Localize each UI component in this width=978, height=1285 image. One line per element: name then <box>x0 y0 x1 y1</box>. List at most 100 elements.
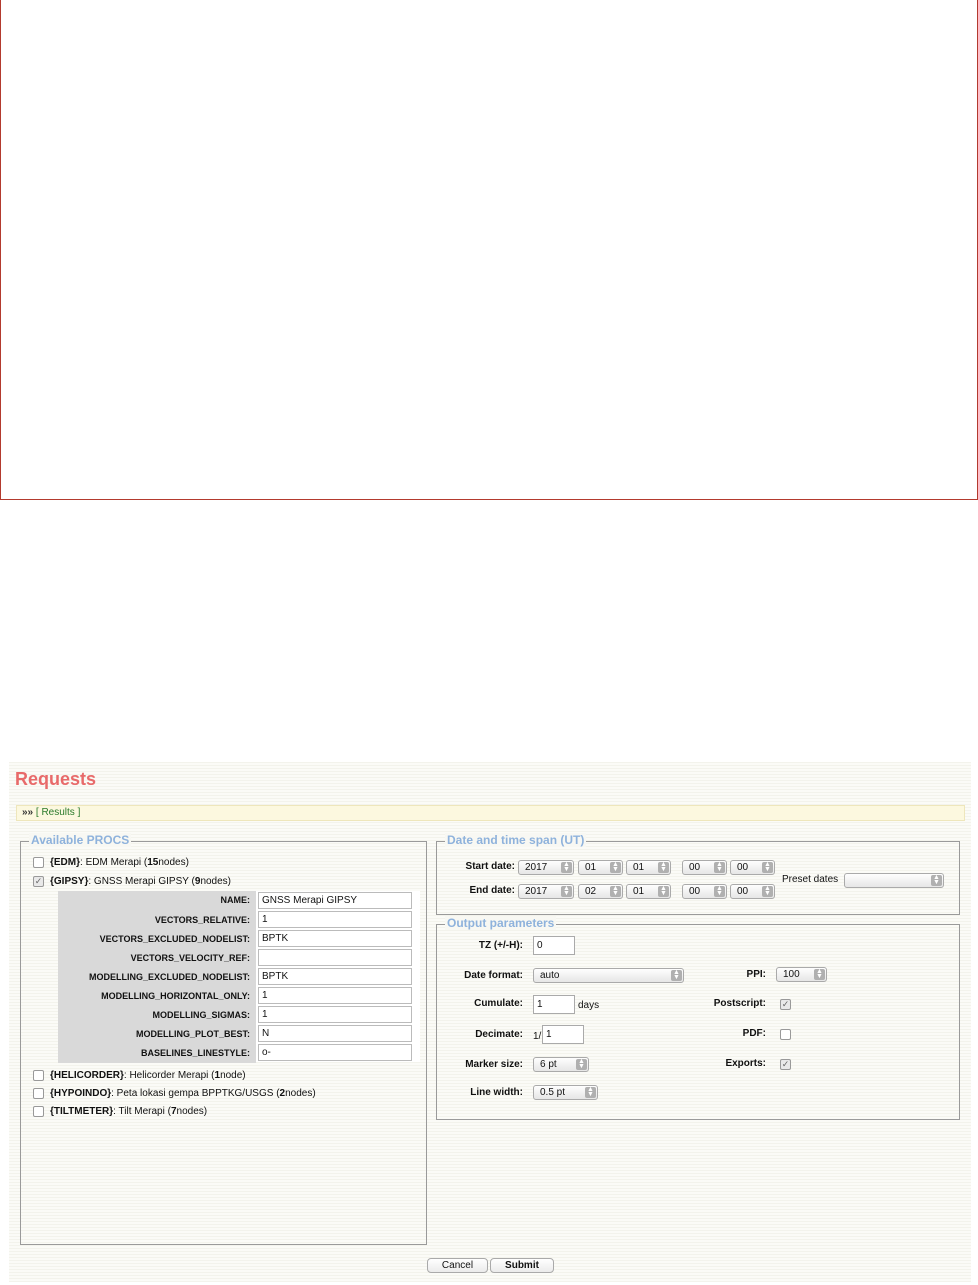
raquo-marker: »» <box>22 807 34 818</box>
proc-desc: : Peta lokasi gempa BPPTKG/USGS ( <box>111 1087 280 1099</box>
param-label: MODELLING_PLOT_BEST: <box>58 1024 256 1044</box>
proc-checkbox-hypoindo[interactable] <box>33 1087 44 1099</box>
param-label: NAME: <box>58 891 256 911</box>
check-icon: ✓ <box>781 999 790 1009</box>
proc-count: 15 <box>147 856 159 868</box>
selected-value: 2017 <box>525 886 548 897</box>
marker-size-select[interactable]: 6 pt ▲ ▼ <box>533 1057 589 1072</box>
proc-suffix: nodes) <box>176 1105 208 1117</box>
output-fieldset: Output parameters TZ (+/-H): 0 Date form… <box>436 916 960 1120</box>
param-input-vectors-velocity-ref[interactable] <box>258 949 412 966</box>
proc-code: {TILTMETER} <box>50 1105 114 1117</box>
proc-checkbox-gipsy[interactable]: ✓ <box>33 875 44 887</box>
proc-code: {EDM} <box>50 856 81 868</box>
proc-row-edm[interactable]: {EDM}: EDM Merapi (15 nodes) <box>33 855 189 869</box>
selected-value: 100 <box>783 969 800 980</box>
param-input-baselines-linestyle[interactable]: o- <box>258 1044 412 1061</box>
param-input-name[interactable]: GNSS Merapi GIPSY <box>258 892 412 909</box>
output-legend: Output parameters <box>445 916 557 930</box>
decimate-label: Decimate: <box>475 1029 523 1040</box>
start-date-label: Start date: <box>465 861 515 872</box>
ppi-select[interactable]: 100 ▲ ▼ <box>776 967 827 982</box>
proc-row-helicorder[interactable]: {HELICORDER}: Helicorder Merapi (1 node) <box>33 1068 246 1082</box>
selected-value: 00 <box>737 886 749 897</box>
cumulate-input[interactable]: 1 <box>533 995 575 1014</box>
exports-label: Exports: <box>725 1058 766 1069</box>
start-minute-select[interactable]: 00 ▲ ▼ <box>730 860 775 875</box>
results-link[interactable]: [ Results ] <box>36 807 80 818</box>
page-title: Requests <box>15 769 97 789</box>
param-input-modelling-plot-best[interactable]: N <box>258 1025 412 1042</box>
cancel-button[interactable]: Cancel <box>427 1258 488 1273</box>
date-format-select[interactable]: auto ▲ ▼ <box>533 968 684 983</box>
select-arrows-icon: ▲ ▼ <box>762 861 773 873</box>
end-month-select[interactable]: 02 ▲ ▼ <box>578 884 623 899</box>
proc-checkbox-helicorder[interactable] <box>33 1069 44 1081</box>
param-label: MODELLING_EXCLUDED_NODELIST: <box>58 967 256 987</box>
pdf-label: PDF: <box>742 1028 766 1039</box>
preset-dates-select[interactable]: ▲ ▼ <box>844 873 944 888</box>
select-arrows-icon: ▲ ▼ <box>576 1058 587 1070</box>
param-row: BASELINES_LINESTYLE: o- <box>58 1043 420 1063</box>
end-minute-select[interactable]: 00 ▲ ▼ <box>730 884 775 899</box>
postscript-checkbox[interactable]: ✓ <box>780 999 791 1010</box>
select-arrows-icon: ▲ ▼ <box>610 885 621 897</box>
proc-code: {HELICORDER} <box>50 1069 124 1081</box>
procs-legend: Available PROCS <box>29 833 132 847</box>
proc-code: {HYPOINDO} <box>50 1087 112 1099</box>
end-hour-select[interactable]: 00 ▲ ▼ <box>682 884 727 899</box>
exports-checkbox[interactable]: ✓ <box>780 1059 791 1070</box>
proc-desc: : Helicorder Merapi ( <box>123 1069 215 1081</box>
requests-panel: Requests »» [ Results ] Available PROCS … <box>9 762 971 1282</box>
param-row: MODELLING_EXCLUDED_NODELIST: BPTK <box>58 967 420 987</box>
select-arrows-icon: ▲ ▼ <box>561 861 572 873</box>
proc-row-tiltmeter[interactable]: {TILTMETER}: Tilt Merapi (7 nodes) <box>33 1104 207 1118</box>
param-label: VECTORS_VELOCITY_REF: <box>58 948 256 968</box>
selected-value: 01 <box>633 862 645 873</box>
procs-fieldset: Available PROCS {EDM}: EDM Merapi (15 no… <box>20 833 427 1245</box>
proc-desc: : EDM Merapi ( <box>80 856 148 868</box>
param-label: VECTORS_EXCLUDED_NODELIST: <box>58 929 256 949</box>
selected-value: 2017 <box>525 862 548 873</box>
param-input-modelling-excluded-nodelist[interactable]: BPTK <box>258 968 412 985</box>
selected-value: 00 <box>689 886 701 897</box>
proc-checkbox-tiltmeter[interactable] <box>33 1105 44 1117</box>
param-input-vectors-excluded-nodelist[interactable]: BPTK <box>258 930 412 947</box>
proc-suffix: nodes) <box>200 875 232 887</box>
proc-row-hypoindo[interactable]: {HYPOINDO}: Peta lokasi gempa BPPTKG/USG… <box>33 1086 316 1100</box>
proc-code: {GIPSY} <box>50 875 89 887</box>
select-arrows-icon: ▲ ▼ <box>714 861 725 873</box>
line-width-select[interactable]: 0.5 pt ▲ ▼ <box>533 1085 598 1100</box>
postscript-label: Postscript: <box>713 998 766 1009</box>
top-panel <box>0 0 978 500</box>
selected-value: 00 <box>689 862 701 873</box>
select-arrows-icon: ▲ ▼ <box>931 874 942 886</box>
tz-input[interactable]: 0 <box>533 936 575 955</box>
param-input-modelling-horizontal-only[interactable]: 1 <box>258 987 412 1004</box>
end-year-select[interactable]: 2017 ▲ ▼ <box>518 884 574 899</box>
proc-row-gipsy[interactable]: ✓ {GIPSY}: GNSS Merapi GIPSY (9 nodes) <box>33 874 231 888</box>
decimate-input[interactable]: 1 <box>542 1025 584 1044</box>
param-input-vectors-relative[interactable]: 1 <box>258 911 412 928</box>
selected-value: auto <box>540 970 560 981</box>
start-month-select[interactable]: 01 ▲ ▼ <box>578 860 623 875</box>
proc-checkbox-edm[interactable] <box>33 856 44 868</box>
param-input-modelling-sigmas[interactable]: 1 <box>258 1006 412 1023</box>
end-date-label: End date: <box>469 885 515 896</box>
start-year-select[interactable]: 2017 ▲ ▼ <box>518 860 574 875</box>
pdf-checkbox[interactable] <box>780 1029 791 1040</box>
select-arrows-icon: ▲ ▼ <box>585 1086 596 1098</box>
end-day-select[interactable]: 01 ▲ ▼ <box>626 884 671 899</box>
date-legend: Date and time span (UT) <box>445 833 587 847</box>
select-arrows-icon: ▲ ▼ <box>814 968 825 980</box>
start-day-select[interactable]: 01 ▲ ▼ <box>626 860 671 875</box>
start-hour-select[interactable]: 00 ▲ ▼ <box>682 860 727 875</box>
select-arrows-icon: ▲ ▼ <box>714 885 725 897</box>
decimate-prefix: 1/ <box>533 1031 542 1042</box>
date-format-label: Date format: <box>464 970 523 981</box>
selected-value: 01 <box>633 886 645 897</box>
submit-button[interactable]: Submit <box>490 1258 554 1273</box>
param-row: MODELLING_SIGMAS: 1 <box>58 1005 420 1025</box>
select-arrows-icon: ▲ ▼ <box>610 861 621 873</box>
line-width-label: Line width: <box>470 1087 523 1098</box>
